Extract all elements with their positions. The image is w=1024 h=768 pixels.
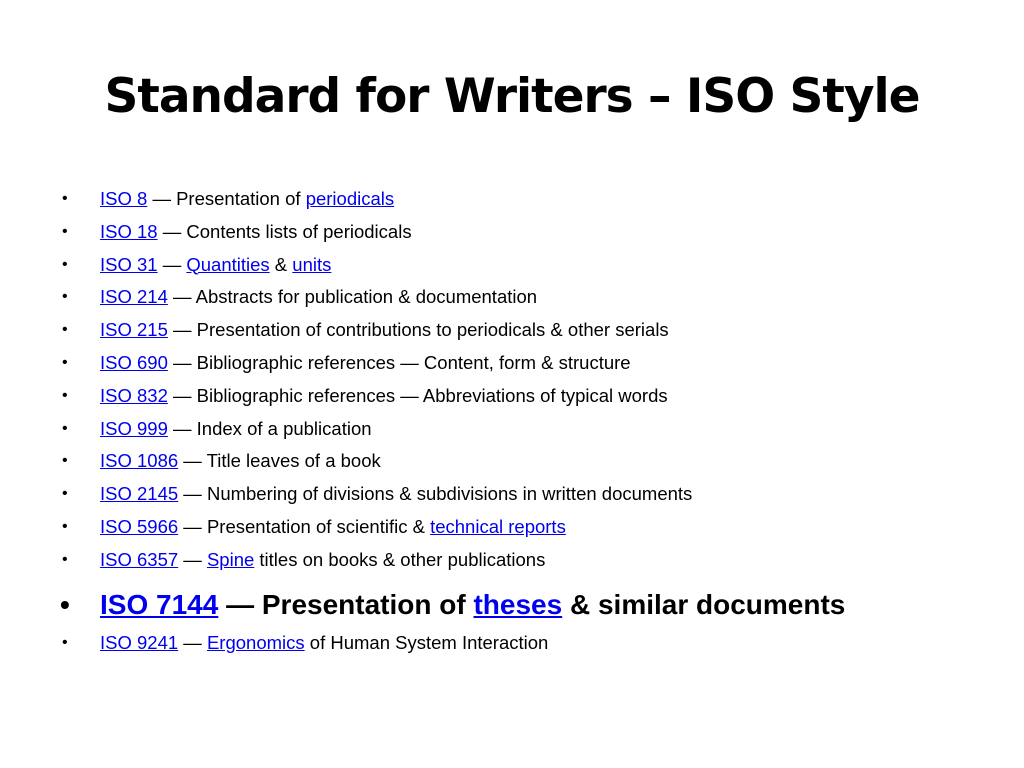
list-item: • ISO 8 — Presentation of periodicals (0, 183, 1024, 216)
item-text: & similar documents (562, 588, 846, 620)
iso-code-link[interactable]: ISO 8 (100, 188, 147, 209)
iso-code-link[interactable]: ISO 6357 (100, 549, 178, 570)
item-text: of Human System Interaction (304, 631, 549, 653)
separator: — (167, 286, 196, 308)
iso-code-link[interactable]: ISO 999 (100, 418, 168, 439)
separator: — (167, 384, 197, 406)
item-text: Presentation of (176, 188, 306, 209)
topic-link[interactable]: units (292, 254, 331, 275)
topic-link[interactable]: Spine (207, 549, 254, 570)
list-item: • ISO 5966 — Presentation of scientific … (0, 511, 1024, 544)
topic-link[interactable]: theses (473, 589, 562, 620)
item-text: Presentation of contributions to periodi… (196, 319, 669, 341)
item-text: titles on books & other publications (254, 548, 546, 570)
separator: — (178, 631, 207, 653)
list-item: • ISO 6357 — Spine titles on books & oth… (0, 544, 1024, 577)
list-item-highlighted: • ISO 7144 — Presentation of theses & si… (0, 583, 1024, 627)
slide-title: Standard for Writers – ISO Style (104, 69, 921, 124)
list-item: • ISO 2145 — Numbering of divisions & su… (0, 478, 1024, 511)
topic-link[interactable]: technical reports (430, 516, 566, 537)
separator: — (218, 588, 262, 620)
separator: — (178, 483, 207, 505)
iso-code-link[interactable]: ISO 214 (100, 286, 168, 307)
bullet-icon: • (62, 485, 68, 503)
separator: — (167, 417, 197, 439)
iso-code-link[interactable]: ISO 31 (100, 254, 158, 275)
list-item: • ISO 832 — Bibliographic references — A… (0, 380, 1024, 413)
list-item: • ISO 1086 — Title leaves of a book (0, 445, 1024, 478)
item-text: Presentation of scientific & (206, 515, 431, 537)
item-text: Numbering of divisions & subdivisions in… (206, 483, 693, 505)
bullet-icon: • (62, 517, 68, 535)
topic-link[interactable]: Ergonomics (207, 632, 305, 653)
list-item: • ISO 690 — Bibliographic references — C… (0, 347, 1024, 380)
bullet-icon: • (62, 222, 68, 240)
bullet-icon: • (62, 550, 68, 568)
separator: — (157, 253, 187, 275)
item-text: Index of a publication (196, 417, 372, 439)
topic-link[interactable]: Quantities (186, 254, 269, 275)
separator: — (147, 188, 177, 209)
separator: — (157, 220, 187, 242)
bullet-icon: • (62, 321, 68, 339)
separator: — (178, 548, 207, 570)
iso-code-link[interactable]: ISO 2145 (100, 483, 178, 504)
separator: — (178, 515, 207, 537)
iso-code-link[interactable]: ISO 1086 (100, 450, 178, 471)
separator: — (178, 450, 207, 472)
iso-code-link[interactable]: ISO 690 (100, 352, 168, 373)
bullet-icon: • (62, 633, 68, 651)
bullet-icon: • (62, 353, 68, 371)
bullet-icon: • (62, 288, 68, 306)
iso-code-link[interactable]: ISO 9241 (100, 632, 178, 653)
iso-code-link[interactable]: ISO 5966 (100, 516, 178, 537)
item-text: & (269, 253, 293, 275)
item-text: Bibliographic references — Abbreviations… (196, 384, 668, 406)
list-item: • ISO 999 — Index of a publication (0, 413, 1024, 446)
bullet-icon: • (62, 190, 68, 207)
bullet-icon: • (60, 588, 70, 620)
item-text: Presentation of (261, 588, 474, 620)
iso-code-link[interactable]: ISO 215 (100, 319, 168, 340)
iso-standards-list: • ISO 8 — Presentation of periodicals • … (0, 183, 1024, 659)
item-text: Title leaves of a book (206, 450, 381, 472)
bullet-icon: • (62, 255, 68, 273)
bullet-icon: • (62, 419, 68, 437)
item-text: Contents lists of periodicals (186, 220, 412, 242)
bullet-icon: • (62, 452, 68, 470)
iso-code-link[interactable]: ISO 18 (100, 221, 158, 242)
iso-code-link[interactable]: ISO 7144 (100, 589, 218, 620)
item-text: Bibliographic references — Content, form… (196, 351, 631, 373)
list-item: • ISO 31 — Quantities & units (0, 249, 1024, 282)
list-item: • ISO 215 — Presentation of contribution… (0, 314, 1024, 347)
slide: Standard for Writers – ISO Style • ISO 8… (0, 0, 1024, 768)
list-item: • ISO 18 — Contents lists of periodicals (0, 216, 1024, 249)
list-item: • ISO 214 — Abstracts for publication & … (0, 281, 1024, 314)
separator: — (167, 351, 197, 373)
bullet-icon: • (62, 386, 68, 404)
separator: — (167, 319, 197, 341)
list-item: • ISO 9241 — Ergonomics of Human System … (0, 627, 1024, 660)
item-text: Abstracts for publication & documentatio… (195, 286, 538, 308)
iso-code-link[interactable]: ISO 832 (100, 385, 168, 406)
topic-link[interactable]: periodicals (306, 188, 394, 209)
